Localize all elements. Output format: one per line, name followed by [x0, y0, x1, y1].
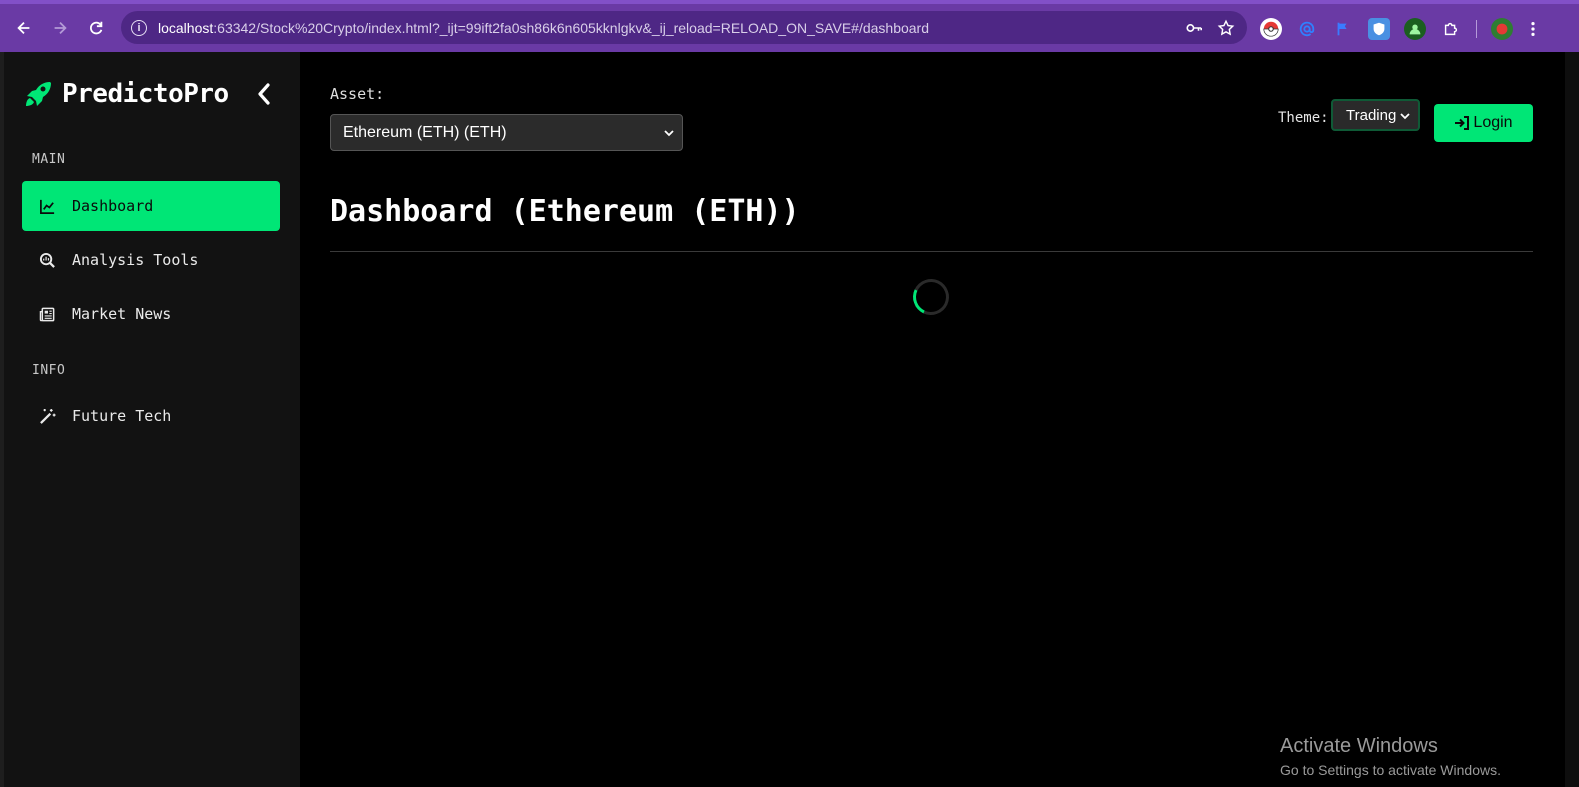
watermark-subtitle: Go to Settings to activate Windows.	[1280, 762, 1501, 778]
flag-extension-icon[interactable]	[1332, 18, 1354, 40]
sidebar-item-label: Analysis Tools	[72, 251, 199, 269]
url-path: :63342/Stock%20Crypto/index.html?_ijt=99…	[213, 19, 930, 36]
sidebar-item-market-news[interactable]: Market News	[22, 289, 280, 339]
login-button[interactable]: Login	[1434, 104, 1533, 142]
brand-name: PredictoPro	[62, 79, 229, 109]
sidebar-item-future-tech[interactable]: Future Tech	[22, 391, 280, 441]
back-arrow-icon	[17, 21, 30, 35]
theme-label: Theme:	[1278, 110, 1329, 126]
sidebar-item-label: Dashboard	[72, 197, 154, 215]
address-bar-actions	[1185, 19, 1235, 37]
forward-arrow-icon	[54, 21, 67, 35]
blue-flag-icon	[1337, 22, 1347, 36]
url-host: localhost	[158, 19, 214, 36]
asset-label: Asset:	[330, 85, 385, 103]
login-button-label: Login	[1473, 114, 1513, 131]
theme-select-value: Trading	[1346, 106, 1397, 124]
at-sign-extension-icon[interactable]	[1296, 18, 1318, 40]
rocket-icon	[26, 82, 51, 106]
chart-line-icon	[38, 197, 56, 215]
pokeball-icon	[1263, 21, 1279, 37]
section-label-info: INFO	[32, 363, 66, 378]
back-button[interactable]	[12, 16, 36, 40]
theme-select[interactable]: Trading	[1331, 99, 1420, 131]
extensions-bar	[1260, 18, 1553, 40]
at-sign-icon	[1299, 21, 1315, 37]
browser-menu-button[interactable]	[1527, 18, 1539, 40]
sidebar: PredictoPro MAIN Dashboard Analysis Tool…	[0, 52, 300, 787]
watermark-title: Activate Windows	[1280, 735, 1438, 757]
shield-extension-icon[interactable]	[1368, 18, 1390, 40]
reload-icon	[90, 21, 103, 35]
magic-wand-icon	[38, 407, 56, 425]
sidebar-item-label: Future Tech	[72, 407, 172, 425]
brand[interactable]: PredictoPro	[22, 78, 229, 110]
forward-button[interactable]	[48, 16, 72, 40]
key-icon[interactable]	[1185, 19, 1203, 37]
collapse-sidebar-button[interactable]	[252, 80, 276, 108]
asset-select[interactable]: Ethereum (ETH) (ETH)	[330, 114, 683, 151]
url-text: localhost:63342/Stock%20Crypto/index.htm…	[158, 20, 929, 36]
site-info-icon[interactable]: i	[131, 19, 147, 36]
chevron-down-icon	[1400, 113, 1410, 120]
green-extension-icon[interactable]	[1404, 18, 1426, 40]
chevron-down-icon	[664, 130, 674, 137]
shield-icon	[1373, 22, 1385, 36]
sidebar-item-label: Market News	[72, 305, 172, 323]
browser-toolbar: i localhost:63342/Stock%20Crypto/index.h…	[0, 0, 1579, 52]
person-badge-icon	[1409, 24, 1421, 35]
profile-avatar[interactable]	[1491, 18, 1513, 40]
address-bar[interactable]: i localhost:63342/Stock%20Crypto/index.h…	[121, 11, 1247, 44]
toolbar-separator	[1476, 20, 1477, 38]
section-label-main: MAIN	[32, 152, 66, 167]
pokeball-extension-icon[interactable]	[1260, 18, 1282, 40]
asset-select-value: Ethereum (ETH) (ETH)	[343, 123, 507, 141]
window-edge	[1565, 52, 1579, 787]
reload-button[interactable]	[84, 16, 108, 40]
profile-avatar-icon	[1496, 23, 1508, 35]
sidebar-item-dashboard[interactable]: Dashboard	[22, 181, 280, 231]
bookmark-star-icon[interactable]	[1217, 19, 1235, 37]
chevron-left-icon	[258, 83, 270, 105]
activate-windows-watermark: Activate Windows Go to Settings to activ…	[1280, 735, 1501, 778]
sidebar-item-analysis-tools[interactable]: Analysis Tools	[22, 235, 280, 285]
newspaper-icon	[38, 305, 56, 323]
sign-in-icon	[1455, 116, 1470, 130]
extensions-menu-button[interactable]	[1440, 18, 1462, 40]
kebab-menu-icon	[1531, 21, 1535, 37]
puzzle-icon	[1444, 22, 1458, 36]
loading-spinner-icon	[907, 273, 955, 321]
page-title: Dashboard (Ethereum (ETH))	[330, 194, 800, 229]
search-chart-icon	[38, 251, 56, 269]
title-divider	[330, 251, 1533, 252]
